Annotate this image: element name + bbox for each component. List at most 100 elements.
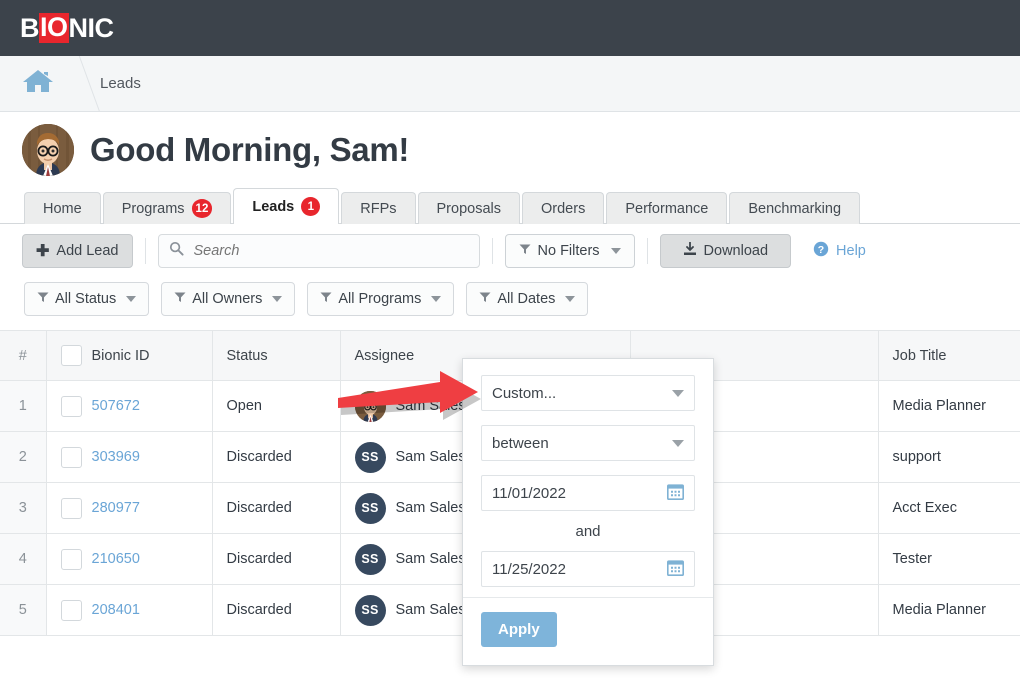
search-icon [169,241,184,261]
date-filter-footer: Apply [463,597,713,665]
bionic-id-link[interactable]: 208401 [92,602,140,618]
filter-all-owners[interactable]: All Owners [161,282,295,316]
assignee-avatar-initials: SS [355,595,386,626]
tab-label: Proposals [437,201,501,217]
assignee-name: Sam Sales [396,500,466,516]
cell-job-title: Acct Exec [878,483,1020,534]
range-type-select[interactable]: Custom... [481,375,695,411]
cell-status: Discarded [212,534,340,585]
tab-label: RFPs [360,201,396,217]
cell-bionic-id: 303969 [46,432,212,483]
tab-leads[interactable]: Leads 1 [233,188,339,224]
funnel-icon [519,243,531,259]
toolbar-divider-2 [492,238,493,264]
chevron-down-icon [431,296,441,302]
bionic-id-link[interactable]: 280977 [92,500,140,516]
chevron-down-icon [672,390,684,397]
toolbar-divider [145,238,146,264]
cell-status: Discarded [212,483,340,534]
add-lead-label: Add Lead [56,243,118,259]
filter-all-status[interactable]: All Status [24,282,149,316]
tab-label: Leads [252,199,294,215]
cell-bionic-id: 208401 [46,585,212,636]
filter-all-dates[interactable]: All Dates [466,282,588,316]
cell-job-title: support [878,432,1020,483]
download-label: Download [704,243,769,259]
download-icon [683,242,697,260]
tab-proposals[interactable]: Proposals [418,192,520,224]
chevron-down-icon [672,440,684,447]
add-lead-button[interactable]: ✚ Add Lead [22,234,133,268]
filter-toolbar: All Status All Owners All Programs All Date… [0,268,1020,316]
cell-status: Discarded [212,432,340,483]
chevron-down-icon [611,248,621,254]
cell-bionic-id: 280977 [46,483,212,534]
tab-orders[interactable]: Orders [522,192,604,224]
tab-programs[interactable]: Programs12 [103,192,232,224]
row-checkbox[interactable] [61,549,82,570]
filter-label: All Owners [192,291,262,307]
cell-status: Open [212,381,340,432]
date-from-input[interactable]: 11/01/2022 [481,475,695,511]
row-number: 5 [0,585,46,636]
funnel-icon [320,291,332,307]
help-icon: ? [813,241,829,261]
avatar [22,124,74,176]
tab-label: Home [43,201,82,217]
cell-job-title: Tester [878,534,1020,585]
svg-text:?: ? [818,244,824,256]
date-to-input[interactable]: 11/25/2022 [481,551,695,587]
funnel-icon [174,291,186,307]
app-header: BIONIC [0,0,1020,56]
assignee-name: Sam Sales [396,449,466,465]
tab-home[interactable]: Home [24,192,101,224]
cell-bionic-id: 507672 [46,381,212,432]
assignee-name: Sam Sales [396,398,466,414]
filter-all-programs[interactable]: All Programs [307,282,454,316]
tab-rfps[interactable]: RFPs [341,192,415,224]
toolbar-divider-3 [647,238,648,264]
tab-benchmarking[interactable]: Benchmarking [729,192,860,224]
row-number: 2 [0,432,46,483]
help-link[interactable]: ? Help [813,241,866,261]
breadcrumb: Leads [0,56,1020,112]
th-status[interactable]: Status [212,331,340,381]
search-input[interactable] [192,242,469,260]
row-checkbox[interactable] [61,396,82,417]
tab-performance[interactable]: Performance [606,192,727,224]
bionic-id-link[interactable]: 210650 [92,551,140,567]
row-checkbox[interactable] [61,447,82,468]
logo-text-highlight: IO [39,13,69,43]
row-checkbox[interactable] [61,498,82,519]
search-field[interactable] [158,234,480,268]
tab-badge: 1 [301,197,320,216]
main-tabs: Home Programs12 Leads 1 RFPs Proposals OrdersP… [0,188,1020,224]
cell-job-title: Media Planner [878,585,1020,636]
assignee-avatar-initials: SS [355,493,386,524]
row-checkbox[interactable] [61,600,82,621]
bionic-logo[interactable]: BIONIC [20,13,114,43]
th-job-title[interactable]: Job Title [878,331,1020,381]
date-to-value: 11/25/2022 [492,561,566,578]
no-filters-button[interactable]: No Filters [505,234,635,268]
operator-select[interactable]: between [481,425,695,461]
breadcrumb-current[interactable]: Leads [100,75,141,92]
row-number: 1 [0,381,46,432]
date-filter-panel: Custom... between 11/01/2022 and 11/25/2… [462,358,714,666]
operator-value: between [492,435,549,452]
plus-icon: ✚ [36,241,49,261]
apply-button[interactable]: Apply [481,612,557,647]
conjunction-label: and [481,511,695,551]
assignee-avatar [355,391,386,422]
select-all-checkbox[interactable] [61,345,82,366]
th-bionic-id-label: Bionic ID [92,348,150,364]
bionic-id-link[interactable]: 303969 [92,449,140,465]
row-number: 4 [0,534,46,585]
logo-text-before: B [20,15,39,42]
tab-badge: 12 [192,199,213,218]
calendar-icon[interactable] [667,559,684,580]
download-button[interactable]: Download [660,234,792,268]
cell-job-title: Media Planner [878,381,1020,432]
calendar-icon[interactable] [667,483,684,504]
bionic-id-link[interactable]: 507672 [92,398,140,414]
